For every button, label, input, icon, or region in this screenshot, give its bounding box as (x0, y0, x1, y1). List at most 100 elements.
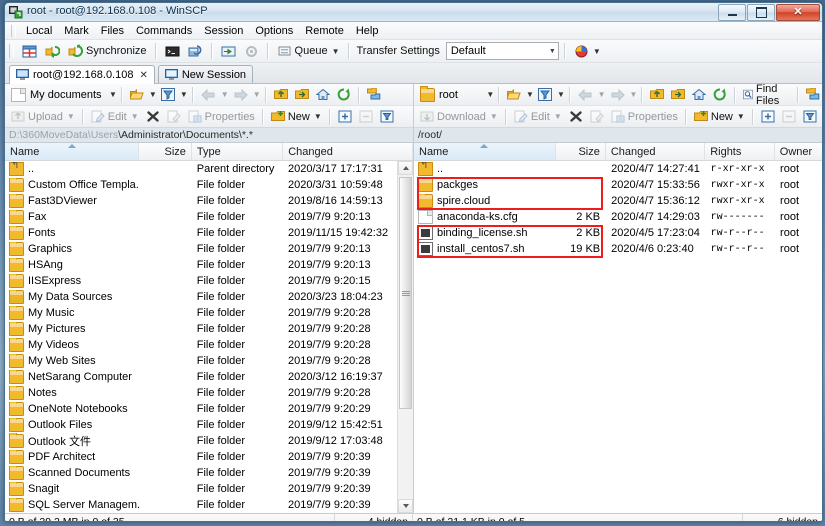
table-row[interactable]: binding_license.sh 2 KB 2020/4/5 17:23:04 r… (414, 225, 822, 241)
remote-root-directory-button[interactable] (668, 85, 688, 105)
table-row[interactable]: IISExpress File folder 2019/7/9 9:20:15 (5, 273, 413, 289)
local-vertical-scrollbar[interactable] (397, 161, 413, 513)
remote-open-dir-dropdown-icon[interactable]: ▼ (526, 90, 534, 99)
table-row[interactable]: NetSarang Computer File folder 2020/3/12 1… (5, 369, 413, 385)
remote-delete-button[interactable] (566, 107, 586, 127)
table-row[interactable]: Notes File folder 2019/7/9 9:20:28 (5, 385, 413, 401)
menu-item-commands[interactable]: Commands (130, 24, 198, 38)
preferences-button[interactable] (241, 41, 262, 61)
close-icon[interactable]: ✕ (139, 70, 147, 81)
menu-item-files[interactable]: Files (95, 24, 130, 38)
local-header-name[interactable]: Name (5, 143, 140, 160)
table-row[interactable]: HSAng File folder 2019/7/9 9:20:13 (5, 257, 413, 273)
preset-dropdown-arrow-icon[interactable]: ▼ (593, 47, 601, 56)
download-button[interactable]: Download ▼ (417, 107, 501, 127)
remote-directory-tree-button[interactable] (803, 85, 822, 105)
local-refresh-button[interactable] (334, 85, 354, 105)
menu-item-mark[interactable]: Mark (58, 24, 94, 38)
local-back-button[interactable] (198, 85, 219, 105)
table-row[interactable]: Fonts File folder 2019/11/15 19:42:32 (5, 225, 413, 241)
local-select-mask-button[interactable] (377, 107, 397, 127)
local-filter-button[interactable] (158, 85, 178, 105)
local-properties-button[interactable]: Properties (185, 107, 258, 127)
table-row[interactable]: SQL Server Managem... File folder 2019/7/9… (5, 497, 413, 513)
remote-unselect-button[interactable] (779, 107, 799, 127)
table-row[interactable]: Scanned Documents File folder 2019/7/9 9:2… (5, 465, 413, 481)
find-files-toolbar-button[interactable] (218, 41, 239, 61)
menu-item-local[interactable]: Local (20, 24, 58, 38)
table-row[interactable]: .. Parent directory 2020/3/17 17:17:31 (5, 161, 413, 177)
local-file-list[interactable]: .. Parent directory 2020/3/17 17:17:31 Cust… (5, 161, 413, 513)
table-row[interactable]: OneNote Notebooks File folder 2019/7/9 9:2… (5, 401, 413, 417)
transfer-settings-combo[interactable]: Default ▼ (445, 42, 559, 60)
remote-new-dropdown-icon[interactable]: ▼ (737, 112, 745, 121)
table-row[interactable]: Custom Office Templa... File folder 2020/3… (5, 177, 413, 193)
queue-dropdown-arrow-icon[interactable]: ▼ (332, 47, 340, 56)
local-root-directory-button[interactable] (292, 85, 312, 105)
local-path-selector[interactable]: My documents (8, 87, 107, 102)
local-forward-button[interactable] (230, 85, 251, 105)
remote-select-button[interactable] (758, 107, 778, 127)
local-select-button[interactable] (335, 107, 355, 127)
remote-filter-dropdown-icon[interactable]: ▼ (557, 90, 565, 99)
remote-parent-directory-button[interactable] (647, 85, 667, 105)
remote-address-bar[interactable]: /root/ (414, 128, 822, 143)
local-open-directory-button[interactable] (127, 85, 147, 105)
synchronize-browsing-button[interactable] (42, 41, 63, 61)
remote-header-name[interactable]: Name (414, 143, 556, 160)
local-address-bar[interactable]: D:\360MoveData\Users \Administrator\Docum… (5, 128, 413, 143)
table-row[interactable]: Graphics File folder 2019/7/9 9:20:13 (5, 241, 413, 257)
local-scroll-thumb[interactable] (399, 177, 412, 409)
menu-item-options[interactable]: Options (249, 24, 299, 38)
table-row[interactable]: My Music File folder 2019/7/9 9:20:28 (5, 305, 413, 321)
menu-item-help[interactable]: Help (350, 24, 385, 38)
remote-path-dropdown-icon[interactable]: ▼ (486, 90, 494, 99)
local-directory-tree-button[interactable] (364, 85, 384, 105)
local-new-button[interactable]: New ▼ (268, 107, 325, 127)
local-header-type[interactable]: Type (192, 143, 284, 160)
remote-forward-dropdown-icon[interactable]: ▼ (630, 90, 638, 99)
table-row[interactable]: Snagit File folder 2019/7/9 9:20:39 (5, 481, 413, 497)
local-unselect-button[interactable] (356, 107, 376, 127)
table-row[interactable]: My Data Sources File folder 2020/3/23 18:0… (5, 289, 413, 305)
menu-item-session[interactable]: Session (198, 24, 249, 38)
local-rename-button[interactable] (164, 107, 184, 127)
remote-filter-button[interactable] (535, 85, 555, 105)
local-new-dropdown-icon[interactable]: ▼ (314, 112, 322, 121)
table-row[interactable]: Outlook 文件 File folder 2019/9/12 17:03:48 (5, 433, 413, 449)
transfer-settings-preset-button[interactable]: ▼ (571, 41, 604, 61)
table-row[interactable]: PDF Architect File folder 2019/7/9 9:20:39 (5, 449, 413, 465)
table-row[interactable]: anaconda-ks.cfg 2 KB 2020/4/7 14:29:03 rw--… (414, 209, 822, 225)
scroll-down-arrow-icon[interactable] (398, 499, 413, 513)
table-row[interactable]: My Pictures File folder 2019/7/9 9:20:28 (5, 321, 413, 337)
queue-button[interactable]: Queue ▼ (274, 41, 343, 61)
table-row[interactable]: Outlook Files File folder 2019/9/12 15:42:… (5, 417, 413, 433)
local-home-directory-button[interactable] (313, 85, 333, 105)
local-path-dropdown-icon[interactable]: ▼ (109, 90, 117, 99)
local-edit-button[interactable]: Edit ▼ (88, 107, 142, 127)
table-row[interactable]: install_centos7.sh 19 KB 2020/4/6 0:23:40 r… (414, 241, 822, 257)
local-open-dir-dropdown-icon[interactable]: ▼ (149, 90, 157, 99)
table-row[interactable]: My Web Sites File folder 2019/7/9 9:20:28 (5, 353, 413, 369)
table-row[interactable]: .. 2020/4/7 14:27:41 r-xr-xr-x root (414, 161, 822, 177)
remote-open-directory-button[interactable] (504, 85, 524, 105)
remote-file-list[interactable]: .. 2020/4/7 14:27:41 r-xr-xr-x root packges 2… (414, 161, 822, 513)
session-tab-active[interactable]: root@192.168.0.108 ✕ (9, 65, 155, 84)
remote-header-rights[interactable]: Rights (705, 143, 775, 160)
remote-refresh-button[interactable] (710, 85, 730, 105)
close-button[interactable]: ✕ (776, 4, 820, 21)
open-terminal-button[interactable] (162, 41, 183, 61)
remote-properties-button[interactable]: Properties (608, 107, 681, 127)
remote-forward-button[interactable] (607, 85, 628, 105)
local-header-changed[interactable]: Changed (283, 143, 413, 160)
remote-header-size[interactable]: Size (556, 143, 606, 160)
remote-header-owner[interactable]: Owner (775, 143, 822, 160)
local-back-dropdown-icon[interactable]: ▼ (221, 90, 229, 99)
remote-edit-button[interactable]: Edit ▼ (511, 107, 565, 127)
local-header-size[interactable]: Size (139, 143, 192, 160)
upload-button[interactable]: Upload ▼ (8, 107, 78, 127)
table-row[interactable]: My Videos File folder 2019/7/9 9:20:28 (5, 337, 413, 353)
remote-back-button[interactable] (575, 85, 596, 105)
download-dropdown-icon[interactable]: ▼ (490, 112, 498, 121)
new-session-tab[interactable]: New Session (157, 65, 254, 83)
